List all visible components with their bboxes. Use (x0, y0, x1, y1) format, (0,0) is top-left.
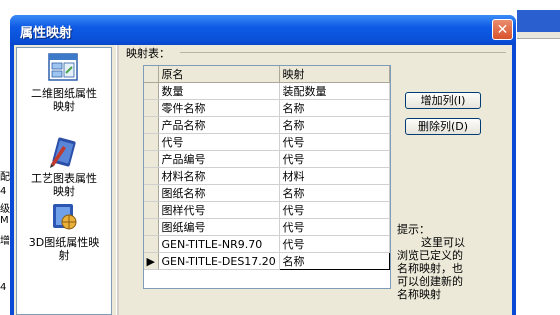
delete-column-button[interactable]: 删除列(D) (405, 118, 481, 135)
sidebar-item-label: 3D图纸属性映 (28, 236, 100, 249)
table-row[interactable]: 产品编号 代号 (144, 150, 390, 168)
background-toolbar (517, 32, 560, 39)
dialog-titlebar[interactable]: 属性映射 ✕ (10, 15, 516, 45)
close-button[interactable]: ✕ (492, 19, 513, 40)
cell-original-name[interactable]: 图样代号 (158, 201, 280, 219)
hint-title: 提示： (397, 223, 430, 236)
attribute-mapping-dialog: 属性映射 ✕ 二维图纸属性 映射 工艺图表属性 映射 3D图纸属性映 射 映射表… (10, 15, 516, 315)
row-indicator[interactable] (144, 116, 159, 134)
close-icon: ✕ (496, 21, 509, 38)
sidebar-item-label: 工艺图表属性 (31, 172, 97, 185)
row-indicator[interactable] (144, 82, 159, 100)
dialog-client-area: 二维图纸属性 映射 工艺图表属性 映射 3D图纸属性映 射 映射表： 原名 映射… (14, 45, 512, 315)
2d-drawing-icon (47, 51, 81, 85)
dialog-title: 属性映射 (20, 26, 73, 41)
table-row[interactable]: 代号 代号 (144, 133, 390, 151)
row-indicator[interactable] (144, 133, 159, 151)
cell-mapping[interactable]: 装配数量 (279, 82, 390, 100)
sidebar-item-label: 射 (58, 249, 70, 262)
row-indicator[interactable] (144, 235, 159, 253)
cell-original-name[interactable]: 材料名称 (158, 167, 280, 185)
hint-line: 名称映射 (397, 288, 441, 301)
mapping-table: 原名 映射 数量 装配数量 零件名称 名称 产品名称 名称 代号 代号 产品编号 代号 材… (143, 65, 391, 289)
cell-mapping[interactable]: 代号 (279, 235, 390, 253)
cell-original-name[interactable]: GEN-TITLE-DES17.20 (158, 252, 280, 270)
cell-original-name[interactable]: 零件名称 (158, 99, 280, 117)
cell-mapping[interactable]: 代号 (279, 133, 390, 151)
bg-glyph: 4 (0, 186, 7, 197)
table-row[interactable]: 产品名称 名称 (144, 116, 390, 134)
table-row[interactable]: 图纸编号 代号 (144, 218, 390, 236)
current-row-arrow-icon[interactable]: ▶ (144, 252, 159, 270)
group-divider (180, 52, 506, 53)
hint-text: 提示： 这里可以 浏览已定义的 名称映射，也 可以创建新的 名称映射 (397, 223, 507, 301)
splitter[interactable] (116, 45, 119, 315)
sidebar-item-process-chart[interactable]: 工艺图表属性 映射 (17, 136, 111, 198)
sidebar-item-label: 映射 (53, 100, 75, 113)
row-indicator[interactable] (144, 99, 159, 117)
background-titlebar (517, 10, 560, 32)
bg-glyph: 增 (0, 236, 10, 247)
row-indicator[interactable] (144, 167, 159, 185)
cell-mapping[interactable]: 名称 (279, 99, 390, 117)
hint-line: 浏览已定义的 (397, 249, 463, 262)
sidebar-item-2d-drawing[interactable]: 二维图纸属性 映射 (17, 51, 111, 113)
cell-original-name[interactable]: GEN-TITLE-NR9.70 (158, 235, 280, 253)
add-column-button[interactable]: 增加列(I) (405, 92, 481, 109)
sidebar-item-label: 二维图纸属性 (31, 87, 97, 100)
cell-original-name[interactable]: 图纸名称 (158, 184, 280, 202)
table-row[interactable]: 数量 装配数量 (144, 82, 390, 100)
row-indicator[interactable] (144, 218, 159, 236)
cell-mapping[interactable]: 名称 (279, 184, 390, 202)
cell-mapping[interactable]: 代号 (279, 218, 390, 236)
hint-line: 这里可以 (421, 236, 465, 249)
table-row[interactable]: 零件名称 名称 (144, 99, 390, 117)
row-indicator-header (144, 66, 159, 83)
process-chart-icon (47, 136, 81, 170)
cell-mapping[interactable]: 名称 (279, 116, 390, 134)
sidebar-item-3d-drawing[interactable]: 3D图纸属性映 射 (17, 200, 111, 262)
table-row[interactable]: 图纸名称 名称 (144, 184, 390, 202)
row-indicator[interactable] (144, 150, 159, 168)
cell-original-name[interactable]: 代号 (158, 133, 280, 151)
cell-original-name[interactable]: 产品名称 (158, 116, 280, 134)
mapping-type-list: 二维图纸属性 映射 工艺图表属性 映射 3D图纸属性映 射 (16, 47, 112, 315)
cell-original-name[interactable]: 产品编号 (158, 150, 280, 168)
hint-line: 可以创建新的 (397, 275, 463, 288)
hint-line: 名称映射，也 (397, 262, 463, 275)
cell-original-name[interactable]: 图纸编号 (158, 218, 280, 236)
table-header-row: 原名 映射 (144, 66, 390, 83)
column-header-mapping[interactable]: 映射 (279, 66, 390, 83)
table-row-current[interactable]: ▶ GEN-TITLE-DES17.20 名称 (144, 252, 390, 270)
table-row[interactable]: 材料名称 材料 (144, 167, 390, 185)
row-indicator[interactable] (144, 201, 159, 219)
bg-glyph: 4 (0, 282, 7, 293)
mapping-group-label: 映射表： (126, 47, 170, 60)
cell-mapping-active[interactable]: 名称 (278, 252, 390, 270)
cell-original-name[interactable]: 数量 (158, 82, 280, 100)
cell-mapping[interactable]: 材料 (279, 167, 390, 185)
sidebar-item-label: 映射 (53, 185, 75, 198)
cell-mapping[interactable]: 代号 (279, 201, 390, 219)
table-row[interactable]: 图样代号 代号 (144, 201, 390, 219)
table-row[interactable]: GEN-TITLE-NR9.70 代号 (144, 235, 390, 253)
background-app-right (517, 0, 560, 305)
column-header-original-name[interactable]: 原名 (158, 66, 280, 83)
3d-drawing-icon (47, 200, 81, 234)
cell-mapping[interactable]: 代号 (279, 150, 390, 168)
bg-glyph: 配 (0, 172, 10, 183)
row-indicator[interactable] (144, 184, 159, 202)
